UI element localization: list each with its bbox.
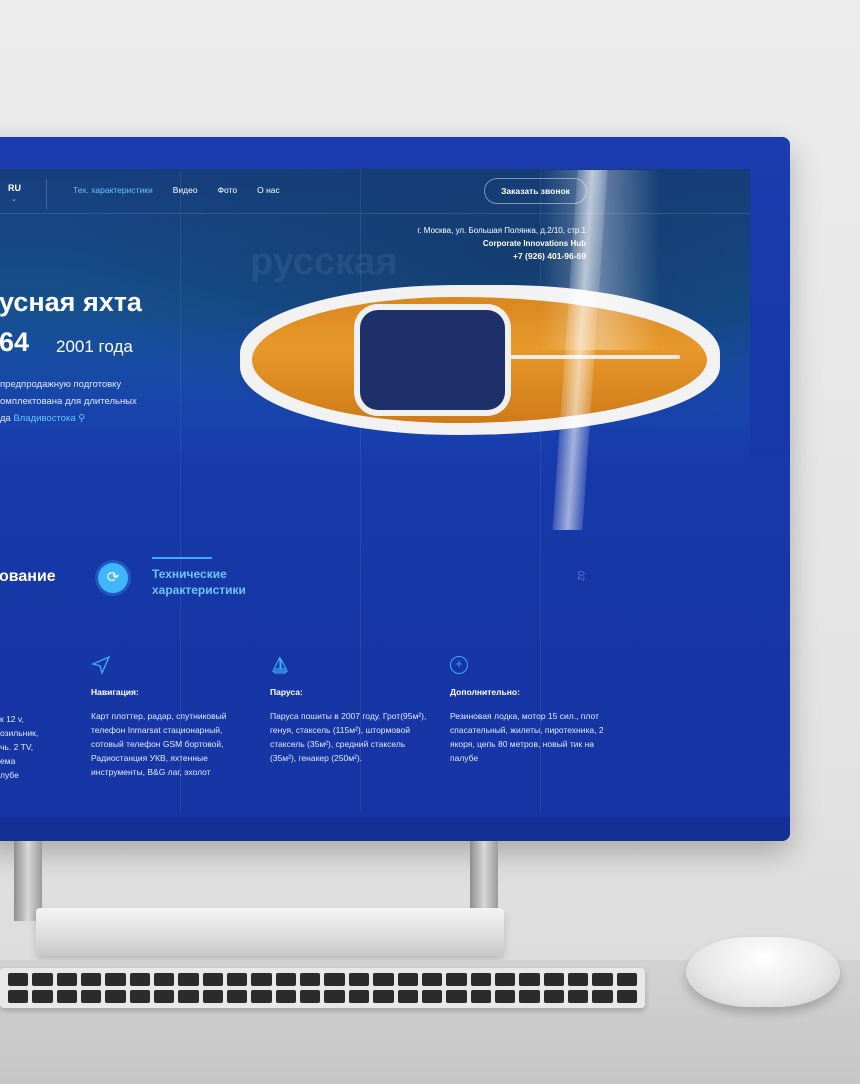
hero-year: 2001 года (56, 337, 133, 356)
keyboard-key (470, 973, 491, 986)
keyboard-key (616, 973, 637, 986)
main-nav: Тех. характеристики Видео Фото О нас (73, 185, 280, 195)
keyboard-key (324, 989, 345, 1003)
keyboard-key (227, 973, 248, 986)
keyboard-key (543, 989, 564, 1003)
keyboard-key (300, 973, 321, 986)
keyboard-key (543, 973, 564, 986)
section-equipment-title[interactable]: ование (0, 568, 56, 586)
keyboard-key (129, 989, 151, 1003)
keyboard-key (421, 973, 443, 986)
hero-title: усная яхта (0, 287, 142, 317)
yacht-image (210, 275, 740, 450)
keyboard-key (494, 973, 516, 986)
feature-partial-text: к 12 v, озильник, чь. 2 TV, ема лубе (0, 714, 39, 780)
keyboard-key (154, 989, 175, 1003)
feature-navigation: Навигация: Карт плоттер, радар, спутнико… (90, 655, 251, 779)
keyboard-key (202, 989, 224, 1003)
keyboard-key (300, 989, 321, 1003)
sailboat-icon (270, 655, 430, 679)
keyboard-key (56, 989, 78, 1003)
monitor-base (36, 908, 504, 956)
keyboard-key (275, 973, 297, 986)
keyboard-key (373, 973, 394, 986)
keyboard-key (567, 989, 589, 1003)
keyboard-key (446, 989, 467, 1003)
keyboard-key (446, 973, 467, 986)
keyboard-key (81, 989, 102, 1003)
hero-ghost-text: русская (250, 241, 398, 283)
nav-about[interactable]: О нас (257, 185, 280, 195)
keyboard-key (56, 973, 78, 986)
feature-sails: Паруса: Паруса пошиты в 2007 году. Грот(… (270, 655, 430, 765)
city-link[interactable]: Владивостока (13, 413, 75, 424)
keyboard-key (592, 973, 613, 986)
nav-video[interactable]: Видео (173, 185, 198, 195)
keyboard-key (397, 973, 418, 986)
keyboard-key (616, 989, 637, 1003)
keyboard-key (519, 989, 540, 1003)
address-text: г. Москва, ул. Большая Полянка, д.2/10, … (417, 226, 586, 235)
keyboard-key (373, 989, 394, 1003)
navigation-icon (90, 655, 251, 679)
keyboard-key (324, 973, 345, 986)
monitor: RU ⌄ Тех. характеристики Видео Фото О на… (0, 137, 790, 841)
keyboard-key (519, 973, 540, 986)
nav-specs[interactable]: Тех. характеристики (73, 185, 153, 195)
feature-extra: + Дополнительно: Резиновая лодка, мотор … (450, 656, 604, 763)
section-number: 02 (576, 570, 587, 582)
switch-section-icon[interactable]: ⟳ (98, 563, 128, 593)
keyboard-key (178, 989, 199, 1003)
keyboard-key (251, 989, 272, 1003)
keyboard-key (8, 973, 29, 986)
keyboard-key (397, 989, 418, 1003)
keyboard-key (470, 989, 491, 1003)
plus-circle-icon: + (450, 656, 468, 674)
keyboard (0, 968, 645, 1008)
mouse (686, 937, 840, 1007)
nav-photo[interactable]: Фото (218, 185, 238, 195)
keyboard-key (105, 989, 126, 1003)
keyboard-key (8, 989, 29, 1003)
section-specs-title[interactable]: Технические характеристики (152, 566, 302, 598)
callback-button[interactable]: Заказать звонок (484, 178, 587, 204)
keyboard-key (251, 973, 272, 986)
location-pin-icon: ⚲ (75, 413, 86, 424)
keyboard-key (105, 973, 126, 986)
keyboard-key (32, 989, 53, 1003)
hero-model: 64 (0, 327, 30, 357)
keyboard-key (592, 989, 613, 1003)
hero-description: предпродажную подготовку омплектована дл… (0, 379, 137, 424)
chevron-down-icon[interactable]: ⌄ (11, 195, 17, 203)
website-screen: RU ⌄ Тех. характеристики Видео Фото О на… (0, 137, 790, 841)
keyboard-key (202, 973, 224, 986)
keyboard-key (178, 973, 199, 986)
keyboard-key (275, 989, 297, 1003)
keyboard-key (567, 973, 589, 986)
language-switch[interactable]: RU (8, 183, 21, 193)
keyboard-key (129, 973, 151, 986)
keyboard-key (154, 973, 175, 986)
keyboard-key (348, 989, 370, 1003)
keyboard-key (494, 989, 516, 1003)
keyboard-key (81, 973, 102, 986)
keyboard-key (421, 989, 443, 1003)
keyboard-key (32, 973, 53, 986)
keyboard-key (227, 989, 248, 1003)
keyboard-key (348, 973, 370, 986)
